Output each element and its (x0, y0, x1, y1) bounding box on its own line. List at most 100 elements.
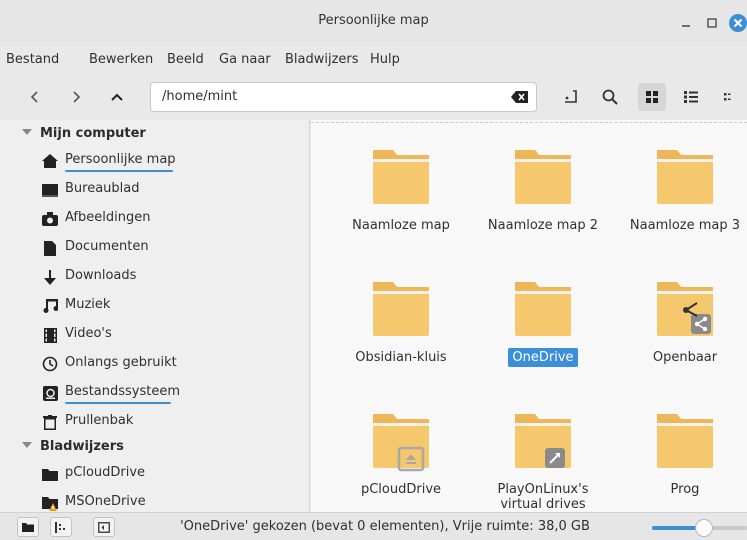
sidebar-item-bureaublad[interactable]: Bureaublad (0, 176, 309, 204)
status-text: 'OneDrive' gekozen (bevat 0 elementen), … (180, 519, 590, 534)
list-view-button[interactable] (677, 83, 705, 111)
close-icon (729, 14, 747, 32)
compact-view-button[interactable] (716, 83, 744, 111)
sidebar-item-prullenbak[interactable]: Prullenbak (0, 408, 309, 436)
sidebar-item-label: Downloads (65, 268, 137, 283)
folder-icon (515, 282, 571, 336)
chevron-right-icon (73, 91, 81, 103)
share-emblem-icon (691, 314, 711, 334)
menu-bewerken[interactable]: Bewerken (89, 52, 153, 67)
sidebar-item-downloads[interactable]: Downloads (0, 263, 309, 291)
sidebar-item-bestandssysteem[interactable]: Bestandssysteem (0, 379, 309, 407)
sidebar-item-afbeeldingen[interactable]: Afbeeldingen (0, 205, 309, 233)
trash-icon (41, 414, 59, 430)
file-item[interactable]: OneDrive (473, 278, 613, 367)
sidebar-item-documenten[interactable]: Documenten (0, 234, 309, 262)
window-title: Persoonlijke map (318, 13, 429, 28)
folder-icon (41, 466, 59, 482)
file-item[interactable]: Openbaar (615, 278, 747, 365)
sidebar-item-videos[interactable]: Video's (0, 321, 309, 349)
camera-icon (41, 211, 59, 227)
minimize-button[interactable] (675, 13, 697, 33)
section-header: Bladwijzers (40, 439, 124, 454)
forward-button[interactable] (63, 84, 89, 110)
maximize-button[interactable] (701, 13, 723, 33)
symlink-emblem-icon (545, 448, 565, 468)
sidebar-item-pclouddrive[interactable]: pCloudDrive (0, 460, 309, 488)
file-view[interactable]: Naamloze map Naamloze map 2 Naamloze map 3… (311, 120, 747, 512)
music-icon (41, 298, 59, 314)
document-icon (41, 240, 59, 256)
menu-ga-naar[interactable]: Ga naar (219, 52, 271, 67)
folder-icon (657, 150, 713, 204)
compact-view-icon (724, 93, 731, 101)
file-item[interactable]: Naamloze map 3 (615, 146, 747, 233)
file-name: PlayOnLinux's virtual drives (497, 482, 589, 512)
file-item[interactable]: pCloudDrive (331, 410, 471, 497)
sidebar-item-muziek[interactable]: Muziek (0, 292, 309, 320)
sidebar-item-label: Muziek (65, 297, 111, 312)
section-header: Mijn computer (40, 126, 146, 141)
folder-icon (657, 282, 713, 336)
sidebar-item-msonedrive[interactable]: MSOneDrive (0, 489, 309, 512)
sidebar-item-onlangs-gebruikt[interactable]: Onlangs gebruikt (0, 350, 309, 378)
file-item[interactable]: Prog (615, 410, 747, 497)
clear-text-icon[interactable] (511, 90, 529, 104)
download-icon (41, 269, 59, 285)
clock-icon (41, 356, 59, 372)
status-bar: 'OneDrive' gekozen (bevat 0 elementen), … (0, 512, 747, 540)
icon-view-button[interactable] (638, 83, 666, 111)
video-icon (41, 327, 59, 343)
home-icon (41, 153, 59, 169)
folder-icon (373, 150, 429, 204)
title-bar: Persoonlijke map (0, 0, 747, 46)
collapse-arrow-icon (22, 129, 32, 135)
folder-icon (373, 282, 429, 336)
location-path: /home/mint (162, 89, 238, 104)
usage-bar (65, 170, 173, 172)
sidebar-section-bookmarks[interactable]: Bladwijzers (0, 435, 309, 459)
file-name: Obsidian-kluis (355, 350, 447, 365)
sidebar-item-label: Bureaublad (65, 181, 140, 196)
file-item[interactable]: PlayOnLinux's virtual drives (473, 410, 613, 512)
menu-bladwijzers[interactable]: Bladwijzers (285, 52, 359, 67)
file-item[interactable]: Naamloze map 2 (473, 146, 613, 233)
location-bar[interactable]: /home/mint (150, 82, 537, 112)
menu-hulp[interactable]: Hulp (370, 52, 400, 67)
maximize-icon (707, 18, 717, 28)
top-divider (311, 122, 747, 123)
zoom-slider[interactable] (652, 519, 747, 537)
folder-icon (373, 414, 429, 472)
folder-icon (515, 150, 571, 204)
file-name: OneDrive (473, 348, 613, 367)
search-button[interactable] (596, 83, 624, 111)
file-name: Prog (670, 482, 700, 497)
file-item[interactable]: Obsidian-kluis (331, 278, 471, 365)
zoom-slider-handle[interactable] (695, 519, 714, 537)
desktop-icon (41, 182, 59, 198)
file-item[interactable]: Naamloze map (331, 146, 471, 233)
toggle-location-button[interactable] (557, 83, 585, 111)
sidebar: Mijn computer Persoonlijke map Bureaubla… (0, 120, 310, 512)
sidebar-item-label: pCloudDrive (65, 465, 146, 480)
grid-view-icon (646, 91, 658, 103)
drive-icon (41, 385, 59, 401)
close-button[interactable] (727, 13, 747, 33)
menu-beeld[interactable]: Beeld (167, 52, 204, 67)
toolbar: /home/mint (0, 74, 747, 120)
sidebar-item-persoonlijke-map[interactable]: Persoonlijke map (0, 147, 309, 175)
folder-icon (657, 414, 713, 468)
sidebar-item-label: Prullenbak (65, 413, 134, 428)
menu-bar: Bestand Bewerken Beeld Ga naar Bladwijze… (0, 46, 747, 74)
up-button[interactable] (104, 84, 130, 110)
menu-bestand[interactable]: Bestand (6, 52, 59, 67)
sidebar-section-computer[interactable]: Mijn computer (0, 122, 309, 146)
folder-icon (515, 414, 571, 468)
chevron-up-icon (111, 93, 123, 101)
sidebar-item-label: MSOneDrive (65, 494, 146, 509)
list-view-icon (684, 91, 698, 103)
back-button[interactable] (22, 84, 48, 110)
search-icon (602, 89, 618, 105)
collapse-arrow-icon (22, 442, 32, 448)
sidebar-item-label: Persoonlijke map (65, 152, 176, 167)
